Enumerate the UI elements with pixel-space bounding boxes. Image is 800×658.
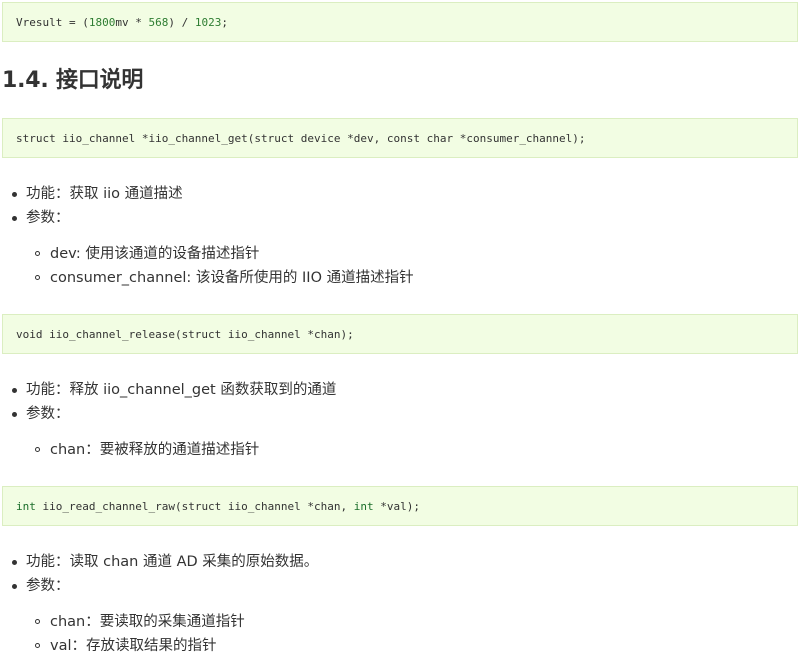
code-text: void iio_channel_release(struct iio_chan… <box>16 327 354 341</box>
code-number: 1023 <box>194 15 222 29</box>
code-text: struct iio_channel *iio_channel_get(stru… <box>16 131 586 145</box>
sub-bullet-list: dev: 使用该通道的设备描述指针 consumer_channel: 该设备所… <box>0 242 414 290</box>
document-page: Vresult = (1800 mv * 568) / 1023; 1.4. 接口… <box>0 0 800 658</box>
list-item: 功能：获取 iio 通道描述 <box>0 182 183 206</box>
code-text: ) / <box>168 15 195 29</box>
sub-list-item: chan：要被释放的通道描述指针 <box>0 438 259 462</box>
code-keyword: int <box>353 499 374 513</box>
code-number: 1800 <box>88 15 116 29</box>
code-block-iio-read-channel-raw: int iio_read_channel_raw(struct iio_chan… <box>2 486 798 526</box>
bullet-list: 功能：读取 chan 通道 AD 采集的原始数据。 参数： <box>0 550 318 598</box>
code-text: mv * <box>115 15 149 29</box>
code-text: Vresult = ( <box>16 15 89 29</box>
list-item: 参数： <box>0 574 318 598</box>
bullet-list: 功能：释放 iio_channel_get 函数获取到的通道 参数： <box>0 378 336 426</box>
list-item: 参数： <box>0 402 336 426</box>
list-item: 参数： <box>0 206 183 230</box>
sub-list-item: consumer_channel: 该设备所使用的 IIO 通道描述指针 <box>0 266 414 290</box>
code-block-iio-channel-get: struct iio_channel *iio_channel_get(stru… <box>2 118 798 158</box>
sub-list-item: chan：要读取的采集通道指针 <box>0 610 245 634</box>
bullet-list: 功能：获取 iio 通道描述 参数： <box>0 182 183 230</box>
code-number: 568 <box>148 15 169 29</box>
code-block-formula: Vresult = (1800 mv * 568) / 1023; <box>2 2 798 42</box>
section-heading: 1.4. 接口说明 <box>2 68 144 93</box>
list-item: 功能：释放 iio_channel_get 函数获取到的通道 <box>0 378 336 402</box>
code-text: ; <box>221 15 228 29</box>
sub-list-item: dev: 使用该通道的设备描述指针 <box>0 242 414 266</box>
code-keyword: int <box>16 499 36 513</box>
code-text: *val); <box>373 499 420 513</box>
sub-list-item: val：存放读取结果的指针 <box>0 634 245 658</box>
code-text: iio_read_channel_raw(struct iio_channel … <box>35 499 354 513</box>
sub-bullet-list: chan：要被释放的通道描述指针 <box>0 438 259 462</box>
list-item: 功能：读取 chan 通道 AD 采集的原始数据。 <box>0 550 318 574</box>
code-block-iio-channel-release: void iio_channel_release(struct iio_chan… <box>2 314 798 354</box>
sub-bullet-list: chan：要读取的采集通道指针 val：存放读取结果的指针 <box>0 610 245 658</box>
